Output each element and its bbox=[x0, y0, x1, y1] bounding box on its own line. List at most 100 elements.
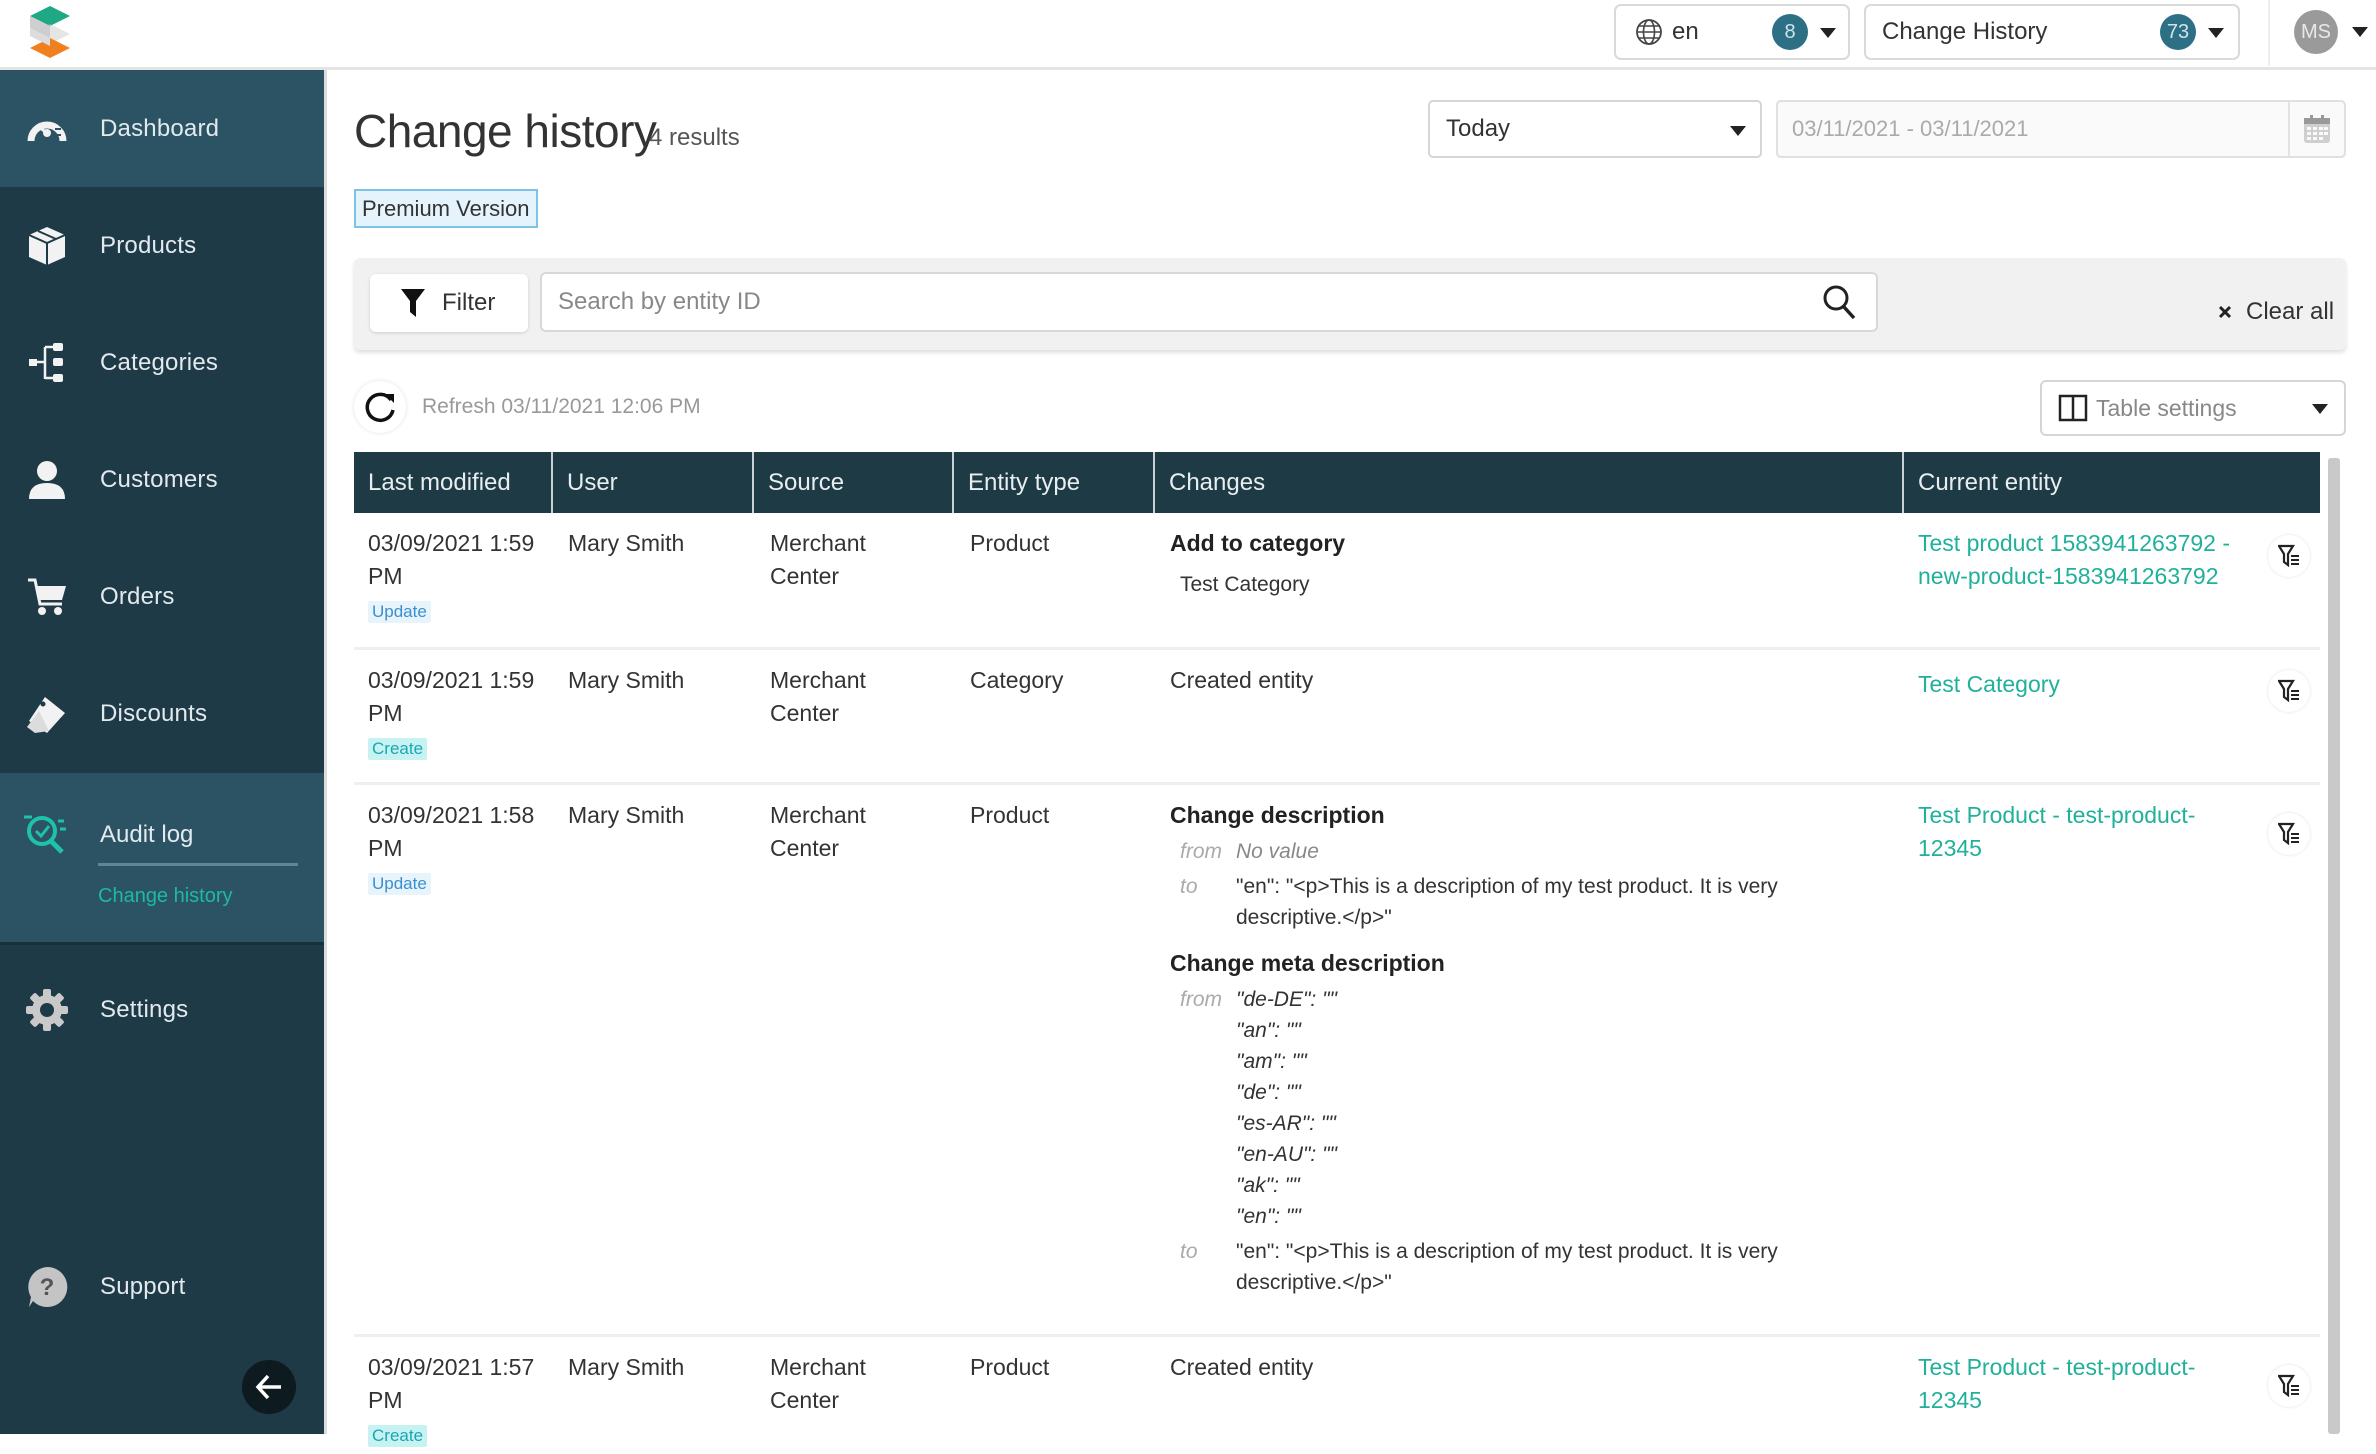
language-value: en bbox=[1672, 18, 1699, 45]
filter-by-entity-button[interactable] bbox=[2268, 813, 2310, 855]
cell-last-modified: 03/09/2021 1:59 PM Create bbox=[368, 664, 548, 763]
action-tag: Create bbox=[368, 738, 428, 760]
language-select[interactable]: en 8 bbox=[1614, 4, 1850, 60]
column-header-entity-type[interactable]: Entity type bbox=[954, 452, 1155, 513]
chevron-down-icon bbox=[2208, 28, 2224, 38]
cell-entity-type: Product bbox=[970, 530, 1050, 556]
sidebar: Dashboard Products Categories Customers … bbox=[0, 70, 327, 1434]
from-values: "de-DE": "" "an": "" "am": "" "de": "" "… bbox=[1236, 984, 1796, 1232]
action-tag: Update bbox=[368, 601, 431, 623]
sidebar-item-dashboard[interactable]: Dashboard bbox=[0, 70, 324, 187]
change-to: to "en": "<p>This is a description of my… bbox=[1170, 1236, 1890, 1298]
from-value: "de": "" bbox=[1236, 1081, 1301, 1104]
audit-search-icon bbox=[22, 811, 68, 862]
last-modified-value: 03/09/2021 1:57 PM bbox=[368, 1354, 535, 1413]
cell-user: Mary Smith bbox=[568, 667, 685, 693]
calendar-button[interactable] bbox=[2288, 102, 2344, 156]
app-logo-icon[interactable] bbox=[26, 4, 74, 60]
user-avatar[interactable]: MS bbox=[2294, 10, 2338, 54]
from-value: No value bbox=[1236, 840, 1319, 863]
filter-button[interactable]: Filter bbox=[370, 274, 528, 332]
from-label: from bbox=[1180, 988, 1222, 1011]
cell-source: Merchant Center bbox=[770, 1354, 866, 1413]
refresh-row: Refresh 03/11/2021 12:06 PM bbox=[354, 381, 701, 433]
sidebar-item-settings[interactable]: Settings bbox=[0, 951, 324, 1068]
cell-last-modified: 03/09/2021 1:59 PM Update bbox=[368, 527, 548, 626]
page-title: Change history bbox=[354, 105, 657, 157]
collapse-sidebar-button[interactable] bbox=[242, 1360, 296, 1414]
sidebar-item-categories[interactable]: Categories bbox=[0, 304, 324, 421]
view-count-badge: 73 bbox=[2160, 14, 2196, 50]
top-bar: en 8 Change History 73 MS bbox=[0, 0, 2376, 70]
sidebar-item-products[interactable]: Products bbox=[0, 187, 324, 304]
filter-by-entity-button[interactable] bbox=[2268, 1365, 2310, 1407]
sidebar-item-customers[interactable]: Customers bbox=[0, 421, 324, 538]
arrow-left-icon bbox=[255, 1374, 281, 1400]
sidebar-item-orders[interactable]: Orders bbox=[0, 538, 324, 655]
from-value: "de-DE": "" bbox=[1236, 988, 1338, 1011]
date-range-input[interactable]: 03/11/2021 - 03/11/2021 bbox=[1776, 100, 2346, 158]
user-menu-chevron-icon[interactable] bbox=[2352, 27, 2368, 37]
change-detail: Test Category bbox=[1180, 573, 1310, 596]
column-header-source[interactable]: Source bbox=[754, 452, 954, 513]
column-header-changes[interactable]: Changes bbox=[1155, 452, 1904, 513]
last-modified-value: 03/09/2021 1:58 PM bbox=[368, 802, 535, 861]
last-modified-value: 03/09/2021 1:59 PM bbox=[368, 667, 535, 726]
sidebar-item-label: Dashboard bbox=[100, 114, 220, 142]
columns-icon bbox=[2058, 394, 2088, 422]
table-scrollbar[interactable] bbox=[2328, 458, 2340, 1434]
change-from: from "de-DE": "" "an": "" "am": "" "de":… bbox=[1170, 984, 1890, 1232]
current-entity-link[interactable]: Test Product - test-product-12345 bbox=[1918, 802, 2195, 861]
from-value: "am": "" bbox=[1236, 1050, 1307, 1073]
close-icon bbox=[2218, 305, 2232, 319]
change-title: Add to category bbox=[1170, 530, 1346, 556]
column-header-last-modified[interactable]: Last modified bbox=[354, 452, 553, 513]
action-tag: Update bbox=[368, 873, 431, 895]
filter-by-entity-button[interactable] bbox=[2268, 535, 2310, 577]
filter-list-icon bbox=[2278, 679, 2299, 703]
sidebar-item-audit-log[interactable]: Audit log Change history bbox=[0, 773, 324, 945]
period-select[interactable]: Today bbox=[1428, 100, 1762, 158]
filter-bar: Filter Clear all bbox=[354, 258, 2346, 350]
sidebar-item-label: Customers bbox=[100, 465, 218, 493]
box-icon bbox=[24, 223, 70, 269]
current-entity-link[interactable]: Test Product - test-product-12345 bbox=[1918, 1354, 2195, 1413]
search-entity-input[interactable] bbox=[540, 272, 1878, 332]
view-value: Change History bbox=[1882, 18, 2048, 45]
current-entity-link[interactable]: Test product 1583941263792 - new-product… bbox=[1918, 530, 2230, 589]
table-row: 03/09/2021 1:57 PM Create Mary Smith Mer… bbox=[354, 1334, 2320, 1454]
sidebar-subitem-change-history[interactable]: Change history bbox=[98, 885, 233, 908]
clear-all-button[interactable]: Clear all bbox=[2218, 298, 2334, 326]
column-header-user[interactable]: User bbox=[553, 452, 754, 513]
filter-by-entity-button[interactable] bbox=[2268, 670, 2310, 712]
language-count-badge: 8 bbox=[1772, 14, 1808, 50]
from-value: "ak": "" bbox=[1236, 1174, 1300, 1197]
from-label: from bbox=[1180, 840, 1222, 863]
period-value: Today bbox=[1446, 115, 1511, 142]
chevron-down-icon bbox=[1820, 28, 1836, 38]
dashboard-gauge-icon bbox=[24, 106, 70, 152]
last-refresh-text: Refresh 03/11/2021 12:06 PM bbox=[422, 395, 701, 418]
divider bbox=[2268, 0, 2270, 66]
filter-list-icon bbox=[2278, 544, 2299, 568]
sidebar-item-discounts[interactable]: Discounts bbox=[0, 655, 324, 772]
current-entity-link[interactable]: Test Category bbox=[1918, 671, 2060, 697]
to-label: to bbox=[1180, 1240, 1198, 1263]
sidebar-item-support[interactable]: ? Support bbox=[0, 1228, 324, 1345]
cell-changes: Add to category Test Category bbox=[1170, 527, 1890, 601]
from-value: "en": "" bbox=[1236, 1205, 1301, 1228]
table-row: 03/09/2021 1:59 PM Update Mary Smith Mer… bbox=[354, 513, 2320, 647]
refresh-button[interactable] bbox=[354, 381, 406, 433]
calendar-icon bbox=[2304, 115, 2330, 143]
table-settings-dropdown[interactable]: Table settings bbox=[2040, 380, 2346, 436]
from-value: "an": "" bbox=[1236, 1019, 1301, 1042]
view-select[interactable]: Change History 73 bbox=[1864, 4, 2240, 60]
funnel-icon bbox=[401, 289, 425, 317]
cell-entity-type: Product bbox=[970, 1354, 1050, 1380]
search-icon[interactable] bbox=[1822, 284, 1856, 320]
cell-user: Mary Smith bbox=[568, 1354, 685, 1380]
column-header-current-entity[interactable]: Current entity bbox=[1904, 452, 2320, 513]
clear-all-label: Clear all bbox=[2246, 298, 2335, 325]
cell-current-entity: Test product 1583941263792 - new-product… bbox=[1918, 527, 2238, 593]
premium-version-badge: Premium Version bbox=[354, 189, 538, 228]
